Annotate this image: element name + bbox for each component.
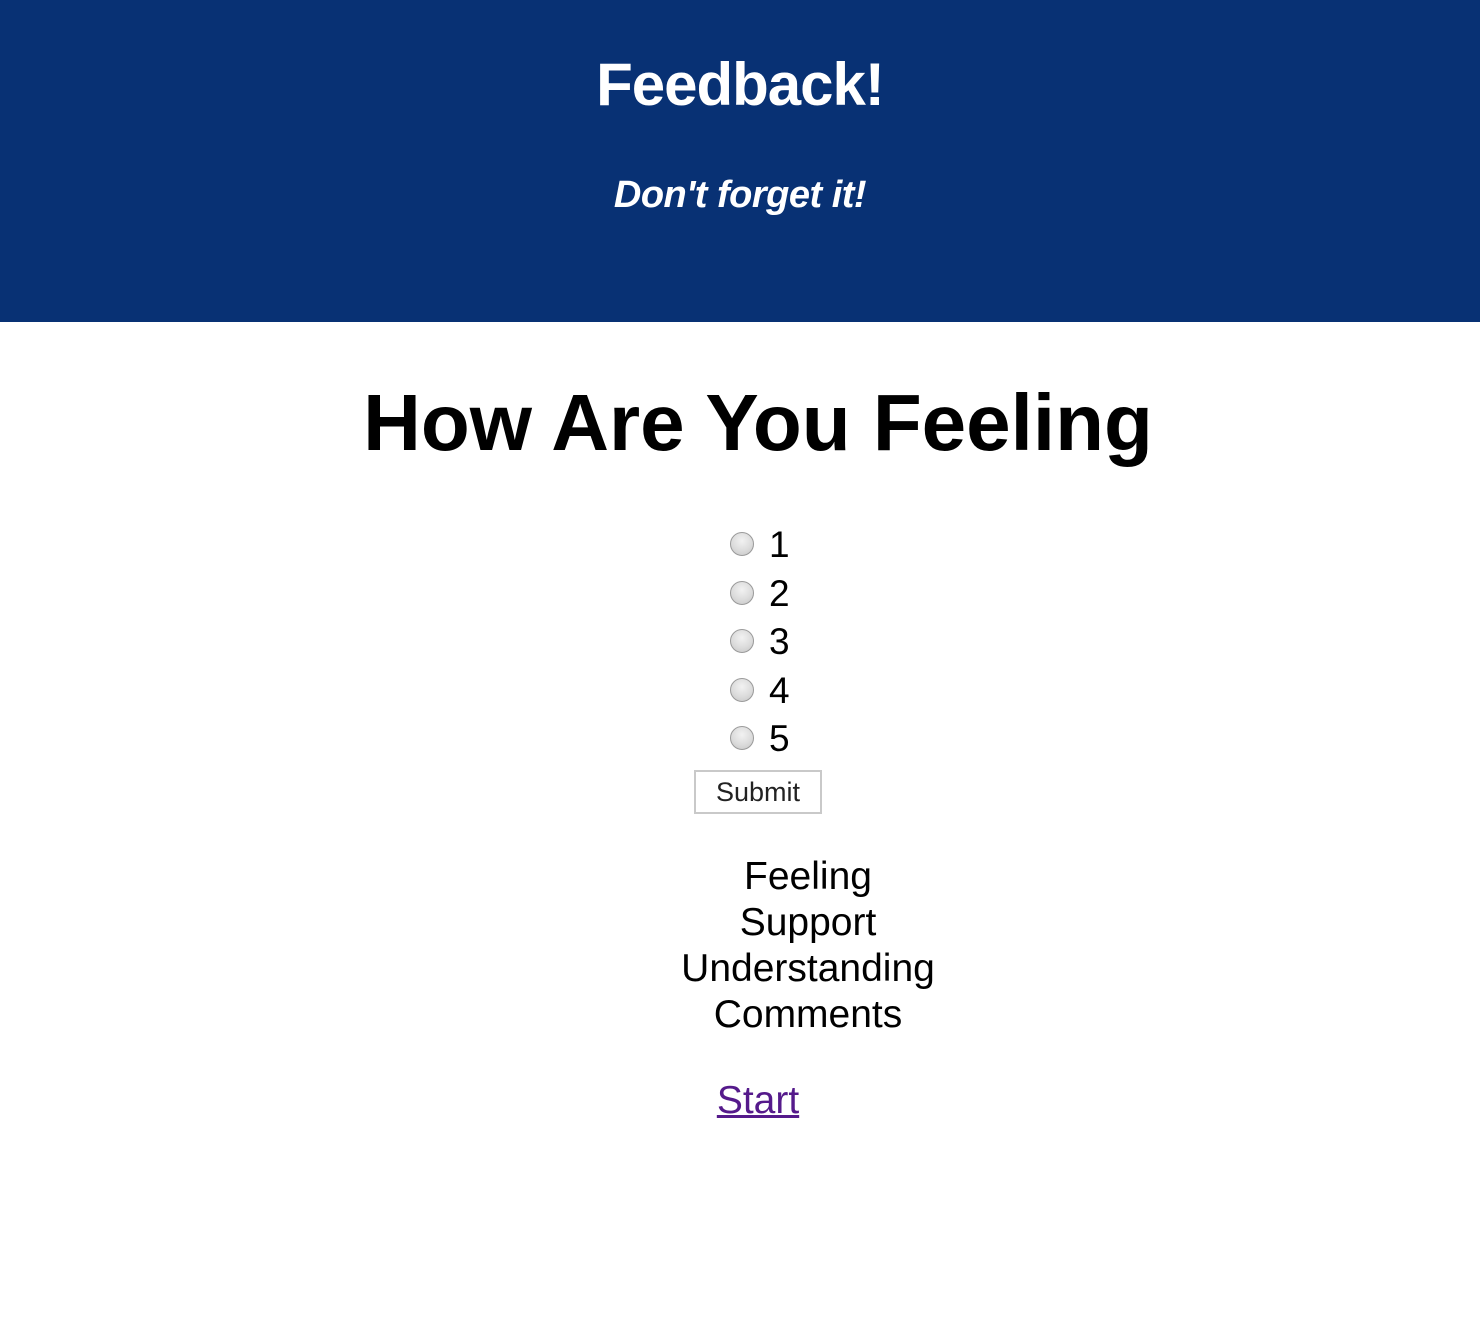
page-subtitle: Don't forget it! bbox=[613, 174, 867, 216]
radio-button-1[interactable] bbox=[730, 532, 754, 556]
category-support: Support bbox=[739, 901, 877, 944]
category-list: Feeling Support Understanding Comments bbox=[508, 854, 1108, 1038]
rating-option-2[interactable]: 2 bbox=[728, 571, 848, 620]
radio-label-5: 5 bbox=[769, 718, 790, 759]
submit-button[interactable]: Submit bbox=[694, 770, 822, 814]
radio-button-3[interactable] bbox=[730, 629, 754, 653]
category-understanding: Understanding bbox=[681, 947, 935, 990]
start-link[interactable]: Start bbox=[0, 1078, 1480, 1124]
rating-option-5[interactable]: 5 bbox=[728, 716, 848, 765]
header-banner: Feedback! Don't forget it! bbox=[0, 0, 1480, 322]
rating-option-1[interactable]: 1 bbox=[728, 522, 848, 571]
category-comments: Comments bbox=[713, 993, 903, 1036]
rating-option-3[interactable]: 3 bbox=[728, 619, 848, 668]
radio-label-3: 3 bbox=[769, 621, 790, 662]
radio-label-1: 1 bbox=[769, 524, 790, 565]
radio-button-4[interactable] bbox=[730, 677, 754, 702]
rating-radio-group: 1 2 3 4 5 bbox=[728, 522, 848, 765]
page-title: Feedback! bbox=[596, 51, 885, 118]
radio-label-2: 2 bbox=[769, 572, 790, 614]
radio-button-5[interactable] bbox=[730, 726, 754, 750]
category-feeling: Feeling bbox=[744, 855, 872, 898]
radio-button-2[interactable] bbox=[730, 580, 754, 605]
radio-label-4: 4 bbox=[769, 669, 790, 711]
question-heading: How Are You Feeling bbox=[363, 378, 1153, 467]
rating-option-4[interactable]: 4 bbox=[728, 668, 848, 717]
